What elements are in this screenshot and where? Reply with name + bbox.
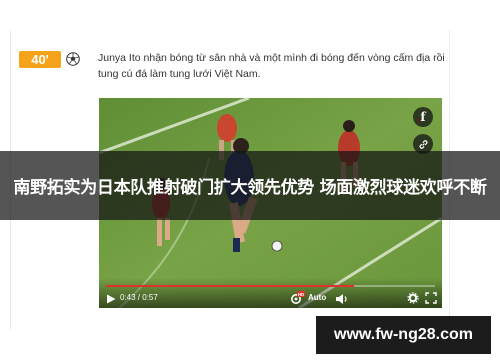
volume-icon[interactable] bbox=[335, 293, 349, 305]
headline-banner: 南野拓实为日本队推射破门扩大领先优势 场面激烈球迷欢呼不断 bbox=[0, 151, 500, 220]
minute-badge: 40' bbox=[19, 51, 61, 68]
video-time: 0:43 / 0:57 bbox=[120, 293, 158, 302]
link-icon bbox=[419, 139, 427, 149]
headline-title: 南野拓实为日本队推射破门扩大领先优势 场面激烈球迷欢呼不断 bbox=[13, 178, 487, 198]
video-progress-bar[interactable] bbox=[106, 285, 435, 287]
facebook-icon: f bbox=[420, 110, 426, 124]
settings-icon[interactable] bbox=[407, 292, 419, 304]
facebook-share-button[interactable]: f bbox=[413, 107, 433, 127]
event-description: Junya Ito nhận bóng từ sân nhà và một mì… bbox=[98, 52, 445, 80]
fullscreen-icon[interactable] bbox=[425, 292, 437, 304]
video-controls: 0:43 / 0:57 HD Auto bbox=[99, 278, 442, 308]
watermark-url: www.fw-ng28.com bbox=[334, 326, 473, 343]
site-watermark: www.fw-ng28.com bbox=[316, 316, 491, 354]
svg-text:HD: HD bbox=[298, 292, 305, 297]
quality-label[interactable]: Auto bbox=[308, 293, 326, 302]
play-icon[interactable] bbox=[106, 294, 116, 304]
hd-icon[interactable]: HD bbox=[289, 291, 305, 305]
video-progress-fill bbox=[106, 285, 355, 287]
soccer-ball-icon bbox=[66, 52, 80, 66]
